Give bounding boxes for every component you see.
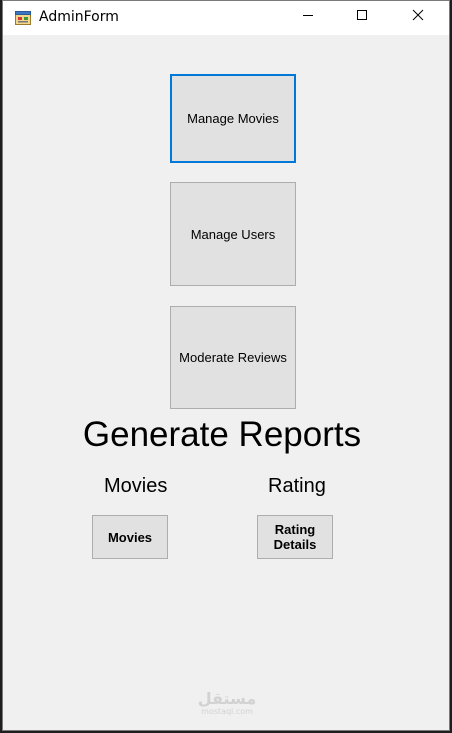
close-button[interactable] — [395, 1, 441, 33]
moderate-reviews-button[interactable]: Moderate Reviews — [170, 306, 296, 409]
close-icon — [412, 8, 424, 26]
movies-report-label: Movies — [104, 475, 168, 497]
window-title: AdminForm — [39, 9, 119, 25]
minimize-button[interactable] — [285, 1, 331, 33]
movies-report-button[interactable]: Movies — [92, 515, 168, 559]
manage-users-button[interactable]: Manage Users — [170, 182, 296, 286]
admin-form-window: AdminForm Manage Movies Manage Users Mod… — [2, 0, 450, 731]
title-bar[interactable]: AdminForm — [3, 1, 449, 35]
rating-details-button[interactable]: Rating Details — [257, 515, 333, 559]
form-app-icon — [15, 10, 31, 26]
watermark-url: mostaql.com — [201, 707, 253, 716]
minimize-icon — [302, 8, 314, 26]
form-client-area: Manage Movies Manage Users Moderate Revi… — [3, 35, 449, 730]
maximize-button[interactable] — [339, 1, 385, 33]
manage-movies-button[interactable]: Manage Movies — [170, 74, 296, 163]
maximize-icon — [356, 8, 368, 26]
rating-report-label: Rating — [268, 475, 326, 497]
watermark-logo-text: مستقل — [197, 689, 257, 708]
watermark: مستقل mostaql.com — [3, 689, 449, 717]
generate-reports-heading: Generate Reports — [82, 415, 362, 454]
